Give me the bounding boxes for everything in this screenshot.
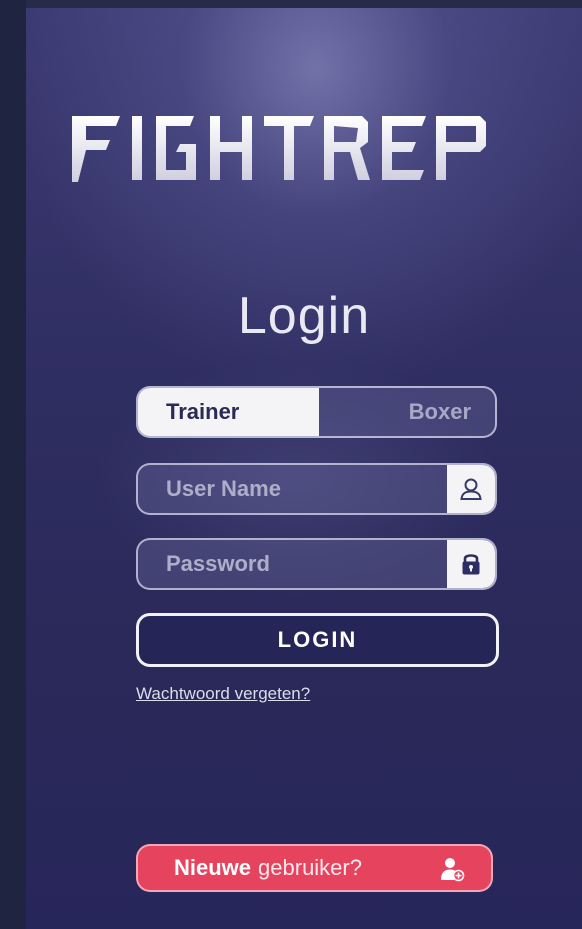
user-icon-graphic [460,478,482,500]
role-toggle: Trainer Boxer [136,386,497,438]
page-title: Login [237,287,371,345]
password-input[interactable] [138,540,466,588]
username-field-container [136,463,497,515]
top-strip [26,0,582,8]
role-option-boxer[interactable]: Boxer [319,388,496,436]
forgot-password-link[interactable]: Wachtwoord vergeten? [136,684,310,704]
password-field-container [136,538,497,590]
lock-icon-graphic [462,554,480,575]
username-input[interactable] [138,465,466,513]
add-user-icon [439,856,465,882]
user-icon [447,465,495,513]
new-user-button[interactable]: Nieuwe gebruiker? [136,844,493,892]
login-screen: Login Trainer Boxer User Name LOGIN Wach… [26,8,582,929]
new-user-label-bold: Nieuwe [174,855,252,880]
logo-graphic [72,116,486,182]
lock-icon [447,540,495,588]
login-button[interactable]: LOGIN [136,613,499,667]
new-user-label-rest: gebruiker? [258,855,362,880]
fightrep-logo [70,106,570,196]
role-option-trainer[interactable]: Trainer [138,388,319,436]
side-strip [0,0,26,929]
device-frame: Login Trainer Boxer User Name LOGIN Wach… [0,0,582,929]
add-user-icon-graphic [441,858,465,882]
